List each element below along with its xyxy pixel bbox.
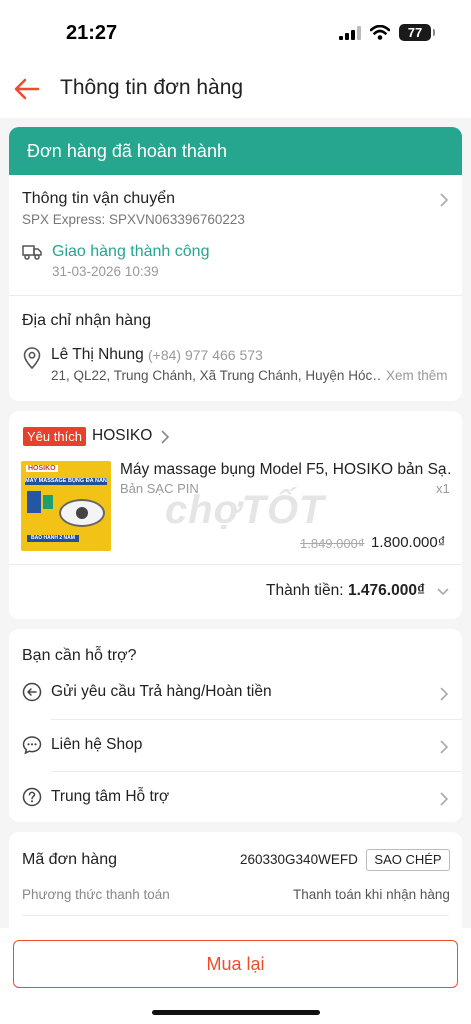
payment-method-value: Thanh toán khi nhận hàng [293,887,450,902]
status-bar: 21:27 77 [0,0,471,62]
order-code-label: Mã đơn hàng [22,851,117,868]
address-title: Địa chỉ nhận hàng [22,312,151,329]
order-total[interactable]: Thành tiền: 1.476.000₫ [9,565,462,619]
divider [22,915,449,916]
shipping-info[interactable]: Thông tin vận chuyển SPX Express: SPXVN0… [9,175,462,295]
recipient-name: Lê Thị Nhung [51,346,144,363]
chevron-right-icon [440,740,449,754]
return-refund-label: Gửi yêu cầu Trả hàng/Hoàn tiền [51,683,272,700]
status-time: 21:27 [66,22,118,44]
page-title: Thông tin đơn hàng [60,76,244,99]
product-old-price: 1.849.000₫ [300,536,365,551]
home-indicator [152,1010,320,1015]
contact-shop-label: Liên hệ Shop [51,736,143,753]
return-icon [22,682,42,702]
favorite-shop-badge: Yêu thích [23,427,86,446]
tracking-number: SPX Express: SPXVN063396760223 [22,212,245,227]
battery-icon: 77 [399,24,435,41]
product-image-brand: HOSIKO [26,465,58,472]
wifi-icon [370,25,390,40]
product-image-box [43,495,53,509]
app-header: Thông tin đơn hàng [0,62,471,118]
support-title: Bạn cần hỗ trợ? [22,647,137,664]
order-total-value: 1.476.000₫ [348,582,425,599]
delivery-date: 31-03-2026 10:39 [52,264,159,279]
product-image-device-center [76,507,88,519]
see-more-link[interactable]: Xem thêm [386,368,448,383]
watermark: chợTỐT [165,488,325,532]
product-name[interactable]: Máy massage bụng Model F5, HOSIKO bản Sạ… [120,461,450,479]
help-icon [22,787,42,807]
status-icons: 77 [339,24,435,41]
battery-level: 77 [407,25,423,40]
shipping-title: Thông tin vận chuyển [22,190,175,207]
contact-shop-item[interactable]: Liên hệ Shop [9,720,462,771]
payment-method-label: Phương thức thanh toán [22,887,170,902]
back-arrow-icon[interactable] [12,74,42,104]
support-card: Bạn cần hỗ trợ? Gửi yêu cầu Trả hàng/Hoà… [9,629,462,822]
location-pin-icon [23,347,41,369]
shop-name[interactable]: HOSIKO [92,427,152,445]
product-quantity: x1 [436,481,450,496]
product-image[interactable]: HOSIKO MÁY MASSAGE BỤNG ĐA NĂNG BẢO HÀNH… [21,461,111,551]
product-image-box [27,491,41,513]
signal-icon [339,25,361,40]
truck-icon [22,245,42,260]
copy-button[interactable]: SAO CHÉP [366,849,450,871]
chevron-right-icon [440,792,449,806]
chevron-down-icon [437,588,449,596]
chevron-right-icon[interactable] [160,430,170,444]
product-price: 1.800.000₫ [371,534,446,551]
delivery-status: Giao hàng thành công [52,243,210,260]
order-complete-banner: Đơn hàng đã hoàn thành [9,127,462,175]
chevron-right-icon [440,193,449,207]
rebuy-button[interactable]: Mua lại [13,940,458,988]
recipient-phone: (+84) 977 466 573 [148,347,263,363]
return-refund-item[interactable]: Gửi yêu cầu Trả hàng/Hoàn tiền [9,667,462,719]
order-total-label: Thành tiền: [266,582,344,599]
product-image-title: MÁY MASSAGE BỤNG ĐA NĂNG [25,478,107,485]
chevron-right-icon [440,687,449,701]
address-detail: 21, QL22, Trung Chánh, Xã Trung Chánh, H… [51,368,381,383]
order-info-card: Mã đơn hàng 260330G340WEFD SAO CHÉP Phươ… [9,832,462,932]
delivery-address[interactable]: Địa chỉ nhận hàng Lê Thị Nhung (+84) 977… [9,296,462,401]
product-image-warranty: BẢO HÀNH 2 NĂM [27,535,79,542]
bottom-action-bar: Mua lại [0,928,471,1024]
order-status-card: Đơn hàng đã hoàn thành Thông tin vận chu… [9,127,462,401]
chat-icon [22,736,42,755]
help-center-label: Trung tâm Hỗ trợ [51,788,170,805]
help-center-item[interactable]: Trung tâm Hỗ trợ [9,772,462,822]
order-code-value: 260330G340WEFD [240,852,358,867]
